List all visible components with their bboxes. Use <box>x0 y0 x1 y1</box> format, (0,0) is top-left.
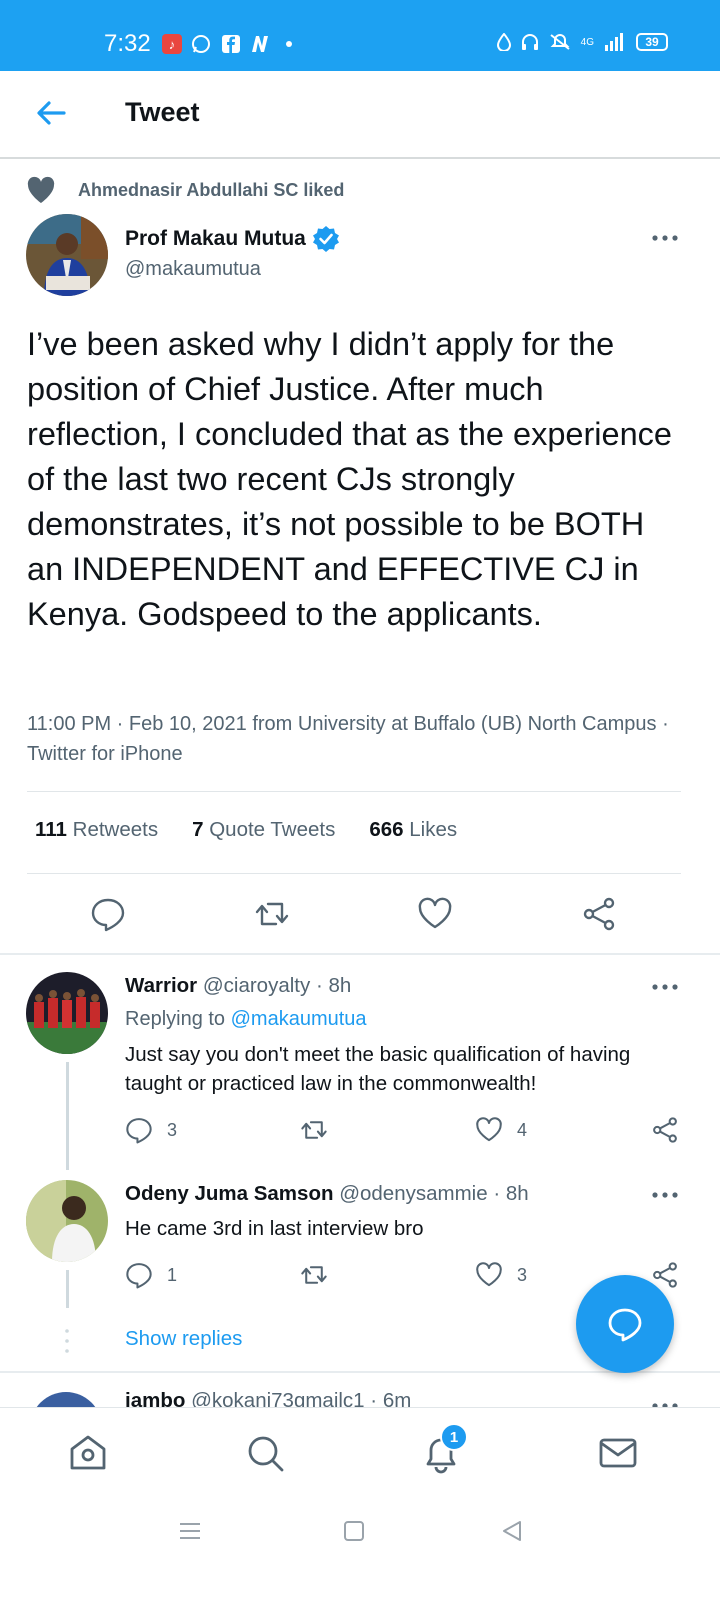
social-context[interactable]: Ahmednasir Abdullahi SC liked <box>26 176 344 204</box>
home-button-icon[interactable] <box>342 1519 366 1543</box>
show-replies-link[interactable]: Show replies <box>125 1327 242 1351</box>
signal-icon <box>605 33 623 51</box>
reply-header[interactable]: Warrior @ciaroyalty · 8h <box>125 974 351 998</box>
thread-line <box>66 1270 69 1308</box>
partial-reply[interactable]: jambo @kokani73gmailc1 · 6m <box>0 1373 720 1407</box>
notifications-badge: 1 <box>440 1423 468 1451</box>
system-indicators: 4G 39 <box>496 33 668 51</box>
more-options-icon[interactable] <box>651 1190 679 1200</box>
network-type: 4G <box>580 36 594 48</box>
reply-author-handle: @odenysammie <box>339 1182 488 1205</box>
author-handle[interactable]: @makaumutua <box>125 258 261 281</box>
share-icon[interactable] <box>581 896 617 932</box>
like-icon[interactable] <box>417 896 453 932</box>
back-arrow-icon <box>37 101 66 125</box>
more-notifications-dot <box>286 41 292 47</box>
more-options-icon[interactable] <box>651 233 679 243</box>
tweet-text: I’ve been asked why I didn’t apply for t… <box>27 326 672 632</box>
reply-author-handle: @kokani73gmailc1 <box>191 1389 365 1407</box>
new-reply-button[interactable] <box>576 1275 674 1373</box>
compose-reply-icon <box>608 1308 642 1342</box>
quote-tweets-stat[interactable]: 7 Quote Tweets <box>192 818 335 842</box>
retweet-action[interactable] <box>300 1116 328 1144</box>
tweet-meta[interactable]: 11:00 PM · Feb 10, 2021 from University … <box>27 709 687 769</box>
thread-line <box>66 1062 69 1170</box>
retweet-icon <box>301 1121 327 1139</box>
like-count: 3 <box>517 1264 528 1285</box>
reply-icon <box>126 1263 152 1289</box>
back-button[interactable] <box>34 95 70 131</box>
reply-header[interactable]: Odeny Juma Samson @odenysammie · 8h <box>125 1182 529 1206</box>
drop-icon <box>496 33 511 51</box>
reply-avatar <box>30 1392 102 1407</box>
battery-indicator: 39 <box>636 33 668 51</box>
bottom-navigation: 1 <box>0 1407 720 1497</box>
search-icon[interactable] <box>244 1432 286 1474</box>
share-action[interactable] <box>651 1116 679 1144</box>
reply-avatar[interactable] <box>26 972 108 1054</box>
like-icon <box>476 1117 502 1142</box>
social-context-text: Ahmednasir Abdullahi SC liked <box>78 179 345 200</box>
system-navigation <box>0 1497 720 1600</box>
divider <box>27 791 681 792</box>
author-name: Prof Makau Mutua <box>125 227 306 250</box>
replying-to: Replying to @makaumutua <box>125 1008 367 1030</box>
reply-icon[interactable] <box>90 896 126 932</box>
mention-link[interactable]: @makaumutua <box>231 1008 367 1030</box>
divider <box>27 873 681 874</box>
tweet-header: Tweet <box>0 71 720 159</box>
author-avatar[interactable] <box>26 214 108 296</box>
like-action[interactable]: 4 <box>475 1116 527 1144</box>
retweet-icon[interactable] <box>254 896 290 932</box>
like-icon <box>476 1262 502 1287</box>
retweet-action[interactable] <box>300 1261 328 1289</box>
like-count: 4 <box>517 1119 528 1140</box>
status-bar: 7:32 ♪ 4G 39 <box>0 0 720 71</box>
news-icon <box>250 34 272 54</box>
more-options-icon[interactable] <box>651 982 679 992</box>
reply-count: 1 <box>167 1264 178 1285</box>
music-app-icon: ♪ <box>162 34 182 54</box>
tweet-stats: 111 Retweets 7 Quote Tweets 666 Likes <box>35 818 491 842</box>
facebook-icon <box>220 34 242 54</box>
reply-author-name: Warrior <box>125 974 198 997</box>
reply-text: Just say you don't meet the basic qualif… <box>125 1043 631 1095</box>
reply-author-name: jambo <box>125 1389 186 1407</box>
like-action[interactable]: 3 <box>475 1261 527 1289</box>
reply-header: jambo @kokani73gmailc1 · 6m <box>125 1389 411 1407</box>
share-icon <box>653 1117 677 1143</box>
likes-stat[interactable]: 666 Likes <box>369 818 457 842</box>
verified-badge-icon <box>312 226 339 252</box>
headset-icon <box>521 34 538 50</box>
reply-action[interactable]: 1 <box>125 1261 177 1289</box>
retweets-stat[interactable]: 111 Retweets <box>35 818 158 842</box>
author-name-row[interactable]: Prof Makau Mutua <box>125 225 340 253</box>
status-time: 7:32 <box>104 30 151 57</box>
reply-icon <box>126 1118 152 1144</box>
section-separator <box>0 953 720 955</box>
thread-dots <box>65 1329 69 1353</box>
reply-time: · 6m <box>370 1389 412 1407</box>
reply-count: 3 <box>167 1119 178 1140</box>
home-icon[interactable] <box>67 1432 109 1474</box>
reply-avatar[interactable] <box>26 1180 108 1262</box>
reply-author-handle: @ciaroyalty <box>202 974 311 997</box>
reply-action[interactable]: 3 <box>125 1116 177 1144</box>
reply-time: · 8h <box>315 974 352 997</box>
heart-filled-icon <box>27 176 55 203</box>
notification-icons: ♪ <box>162 34 292 54</box>
reply-time: · 8h <box>493 1182 529 1205</box>
mute-icon <box>550 34 570 50</box>
retweet-icon <box>301 1266 327 1284</box>
reply-text: He came 3rd in last interview bro <box>125 1217 424 1240</box>
recent-apps-icon[interactable] <box>178 1519 202 1543</box>
messages-icon[interactable] <box>597 1432 639 1474</box>
whatsapp-icon <box>190 34 212 54</box>
back-button-icon[interactable] <box>500 1519 524 1543</box>
reply-author-name: Odeny Juma Samson <box>125 1182 334 1205</box>
page-title: Tweet <box>125 97 200 127</box>
